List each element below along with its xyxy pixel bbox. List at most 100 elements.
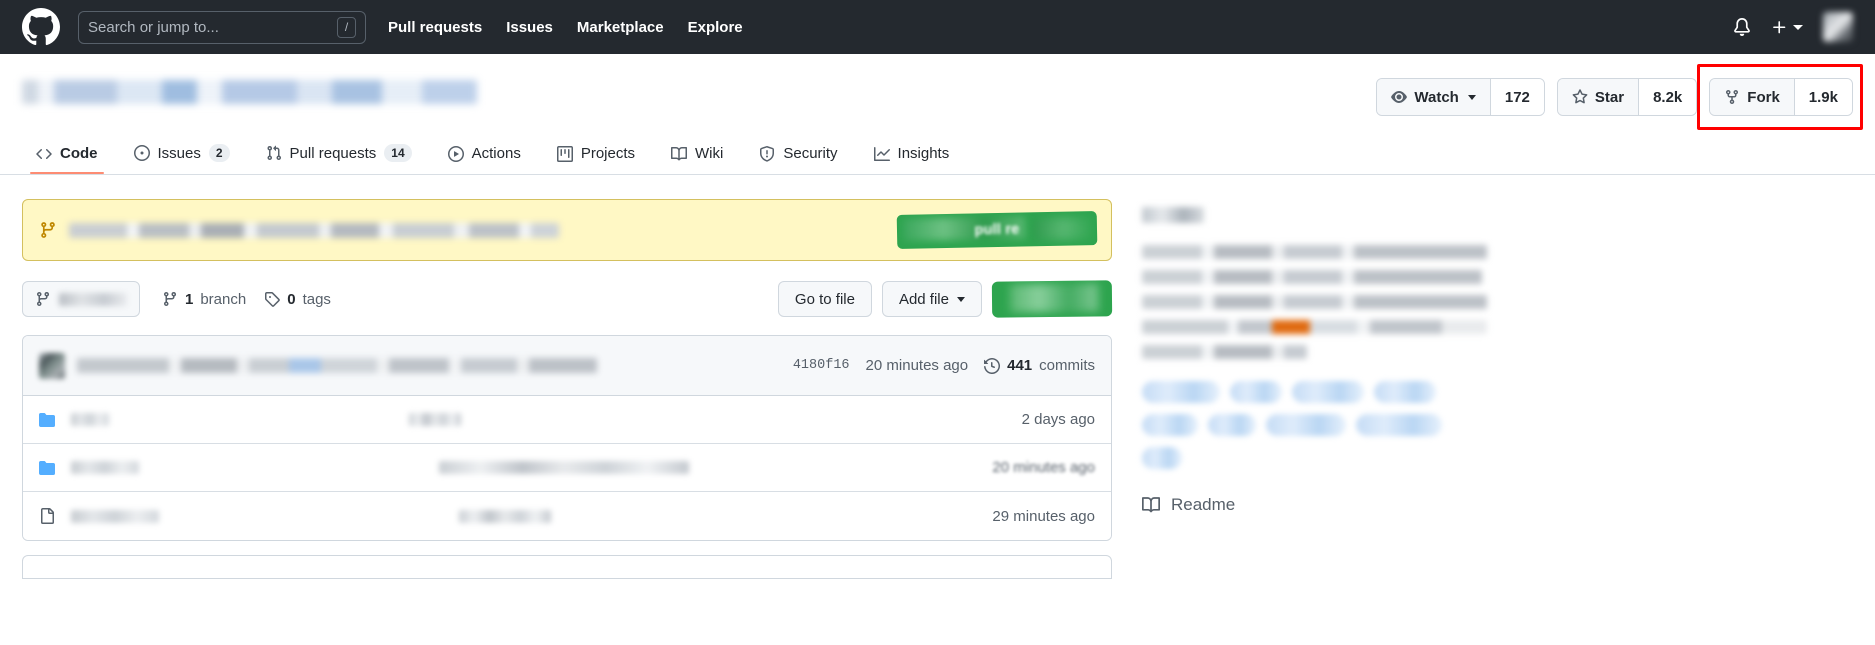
nav-explore[interactable]: Explore xyxy=(688,19,743,36)
button-blur-overlay-right xyxy=(1032,217,1096,241)
search-input[interactable]: Search or jump to... / xyxy=(78,10,366,44)
topic-tags xyxy=(1142,381,1482,469)
tag-count-number: 0 xyxy=(287,290,296,308)
file-name[interactable] xyxy=(71,509,159,523)
watch-button[interactable]: Watch xyxy=(1377,79,1490,115)
add-file-button[interactable]: Add file xyxy=(881,281,982,317)
commit-author-avatar[interactable] xyxy=(39,352,65,379)
nav-marketplace[interactable]: Marketplace xyxy=(577,19,664,36)
commit-hash[interactable]: 4180f16 xyxy=(793,358,850,373)
topic-tag[interactable] xyxy=(1292,381,1364,403)
header-right-actions xyxy=(1733,12,1853,42)
directory-icon xyxy=(39,412,59,428)
chevron-down-icon xyxy=(957,296,965,302)
pull-request-banner: pull re xyxy=(22,199,1112,261)
tab-wiki[interactable]: Wiki xyxy=(657,137,737,174)
directory-icon xyxy=(39,460,59,476)
topic-tag[interactable] xyxy=(1266,414,1346,436)
avatar[interactable] xyxy=(1823,12,1853,42)
file-name[interactable] xyxy=(71,413,109,426)
tag-count-word: tags xyxy=(302,290,331,308)
branch-count-number: 1 xyxy=(185,290,194,308)
topic-tag[interactable] xyxy=(1208,414,1256,436)
tag-icon xyxy=(264,291,280,307)
file-commit-message[interactable] xyxy=(409,413,461,426)
tag-count[interactable]: 0 tags xyxy=(264,291,331,308)
history-icon xyxy=(984,357,1001,374)
watch-count[interactable]: 172 xyxy=(1489,79,1544,115)
create-new-button[interactable] xyxy=(1771,19,1803,36)
topic-tag[interactable] xyxy=(1142,381,1220,403)
table-row[interactable]: 29 minutes ago xyxy=(23,492,1111,540)
topic-tag[interactable] xyxy=(1356,414,1442,436)
code-button[interactable] xyxy=(991,280,1113,318)
fork-count[interactable]: 1.9k xyxy=(1793,79,1852,115)
go-to-file-label: Go to file xyxy=(794,290,855,308)
file-commit-message[interactable] xyxy=(459,509,551,523)
readme-link[interactable]: Readme xyxy=(1142,495,1853,515)
tab-security[interactable]: Security xyxy=(745,137,851,174)
star-button[interactable]: Star xyxy=(1557,79,1639,115)
commit-message[interactable] xyxy=(77,358,597,373)
github-logo-icon[interactable] xyxy=(22,8,60,46)
file-nav-actions: Go to file Add file xyxy=(777,280,1113,318)
commit-count[interactable]: 441 commits xyxy=(984,357,1095,374)
repo-forked-icon xyxy=(1724,89,1740,105)
fork-button-group[interactable]: Fork 1.9k xyxy=(1709,78,1853,116)
description-line xyxy=(1142,245,1487,259)
tab-actions-label: Actions xyxy=(471,145,521,162)
nav-pull-requests[interactable]: Pull requests xyxy=(388,19,482,36)
tab-issues[interactable]: Issues 2 xyxy=(120,136,244,174)
table-row[interactable]: 2 days ago xyxy=(23,396,1111,444)
chevron-down-icon xyxy=(1793,24,1803,30)
description-line xyxy=(1142,270,1482,284)
graph-icon xyxy=(873,146,890,162)
topic-tag[interactable] xyxy=(1142,447,1182,469)
star-count[interactable]: 8.2k xyxy=(1638,79,1697,115)
commit-meta: 4180f16 20 minutes ago 441 commits xyxy=(793,357,1095,374)
tab-code[interactable]: Code xyxy=(22,137,112,174)
tab-projects[interactable]: Projects xyxy=(543,137,649,174)
file-name[interactable] xyxy=(71,461,139,474)
tab-pull-requests[interactable]: Pull requests 14 xyxy=(252,136,426,174)
add-file-label: Add file xyxy=(898,290,949,308)
compare-pull-request-label: pull re xyxy=(974,221,1020,239)
file-commit-message-wrap xyxy=(139,461,976,474)
about-heading xyxy=(1142,207,1204,223)
tab-issues-badge: 2 xyxy=(208,144,230,162)
description-line xyxy=(1142,320,1487,334)
bell-icon[interactable] xyxy=(1733,18,1751,36)
sidebar: Readme xyxy=(1142,199,1853,579)
fork-button[interactable]: Fork xyxy=(1710,79,1794,115)
plus-icon xyxy=(1771,19,1788,36)
git-pull-request-icon xyxy=(266,145,282,161)
branch-count[interactable]: 1 branch xyxy=(162,291,246,308)
branch-selector[interactable] xyxy=(22,281,140,317)
table-row[interactable]: 20 minutes ago xyxy=(23,444,1111,492)
file-commit-message[interactable] xyxy=(439,461,689,474)
tab-insights[interactable]: Insights xyxy=(860,137,964,174)
file-listing: 4180f16 20 minutes ago 441 commits 2 day… xyxy=(22,335,1112,541)
book-icon xyxy=(671,146,688,162)
topic-tag[interactable] xyxy=(1142,414,1198,436)
search-placeholder: Search or jump to... xyxy=(88,18,219,36)
branch-name xyxy=(59,292,127,306)
compare-pull-request-button[interactable]: pull re xyxy=(896,211,1098,249)
nav-issues[interactable]: Issues xyxy=(506,19,553,36)
tab-pull-requests-label: Pull requests xyxy=(289,144,377,162)
file-commit-message-wrap xyxy=(109,413,1006,426)
star-button-group[interactable]: Star 8.2k xyxy=(1556,78,1698,116)
tab-actions[interactable]: Actions xyxy=(434,137,535,174)
tab-projects-label: Projects xyxy=(580,145,636,162)
issue-opened-icon xyxy=(133,145,150,161)
tab-issues-label: Issues xyxy=(157,144,201,162)
tab-security-label: Security xyxy=(783,145,838,162)
branch-count-word: branch xyxy=(200,290,247,308)
tab-pull-requests-badge: 14 xyxy=(384,144,412,162)
topic-tag[interactable] xyxy=(1230,381,1282,403)
page-title[interactable] xyxy=(22,80,477,104)
watch-button-group[interactable]: Watch 172 xyxy=(1376,78,1545,116)
repository-actions: Watch 172 Star 8.2k Fork 1.9k xyxy=(1376,64,1863,130)
go-to-file-button[interactable]: Go to file xyxy=(777,281,872,317)
topic-tag[interactable] xyxy=(1374,381,1436,403)
